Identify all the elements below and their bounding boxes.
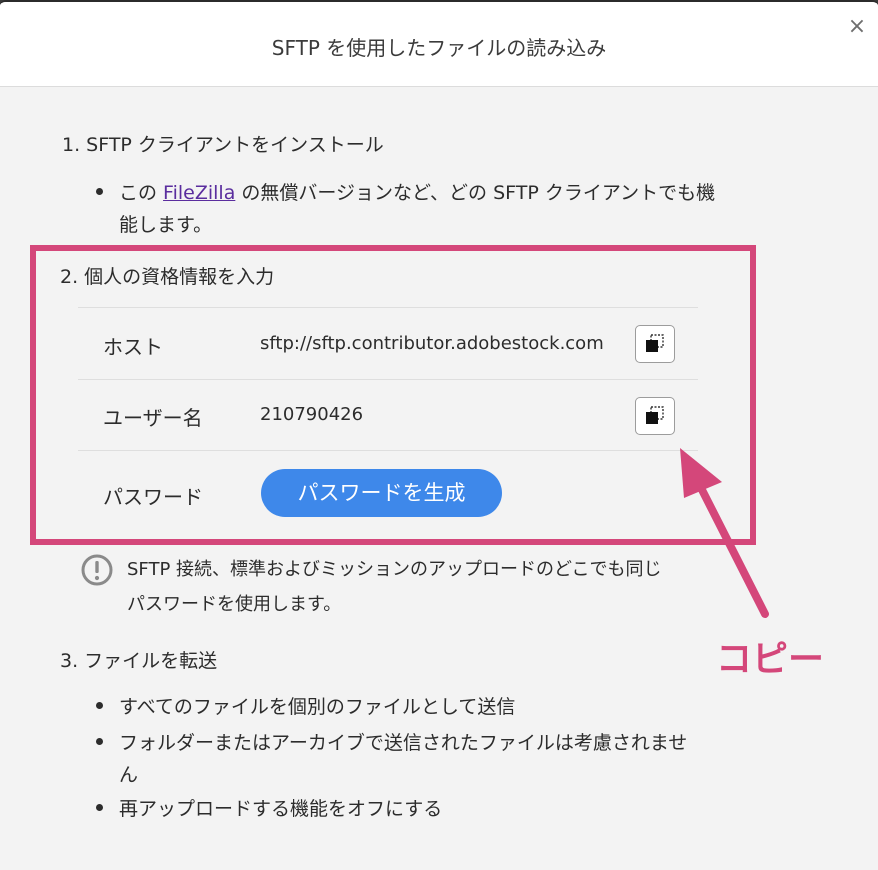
- annotation-label: コピー: [716, 639, 825, 680]
- step1-text-post: の無償バージョンなど、どの SFTP クライアントでも機: [235, 182, 716, 204]
- step1-bullet: この FileZilla の無償バージョンなど、どの SFTP クライアントでも…: [119, 178, 715, 205]
- note-line2: パスワードを使用します。: [127, 594, 342, 615]
- list-item: すべてのファイルを個別のファイルとして送信: [119, 696, 516, 718]
- bullet-dot: [96, 188, 103, 195]
- credentials-highlight-box: [30, 245, 756, 545]
- filezilla-link[interactable]: FileZilla: [163, 182, 235, 204]
- annotation-arrow-icon: [680, 448, 769, 618]
- bullet-dot: [96, 804, 103, 811]
- exclamation-circle-icon: [81, 554, 113, 586]
- bullet-dot: [96, 702, 103, 709]
- close-icon[interactable]: ×: [846, 16, 868, 38]
- dialog-header: SFTP を使用したファイルの読み込み ×: [0, 2, 878, 87]
- note-line1: SFTP 接続、標準およびミッションのアップロードのどこでも同じ: [127, 559, 662, 580]
- sftp-dialog: SFTP を使用したファイルの読み込み × 1. SFTP クライアントをインス…: [0, 0, 878, 870]
- list-item-continued: ん: [119, 764, 139, 786]
- step1-heading: 1. SFTP クライアントをインストール: [62, 134, 384, 156]
- step3-heading: 3. ファイルを転送: [60, 650, 218, 672]
- step1-text-pre: この: [119, 182, 164, 204]
- list-item: フォルダーまたはアーカイブで送信されたファイルは考慮されませ: [119, 732, 688, 754]
- list-item: 再アップロードする機能をオフにする: [119, 798, 443, 820]
- step1-bullet-continued: 能します。: [119, 214, 213, 236]
- bullet-dot: [96, 738, 103, 745]
- dialog-title: SFTP を使用したファイルの読み込み: [271, 36, 607, 60]
